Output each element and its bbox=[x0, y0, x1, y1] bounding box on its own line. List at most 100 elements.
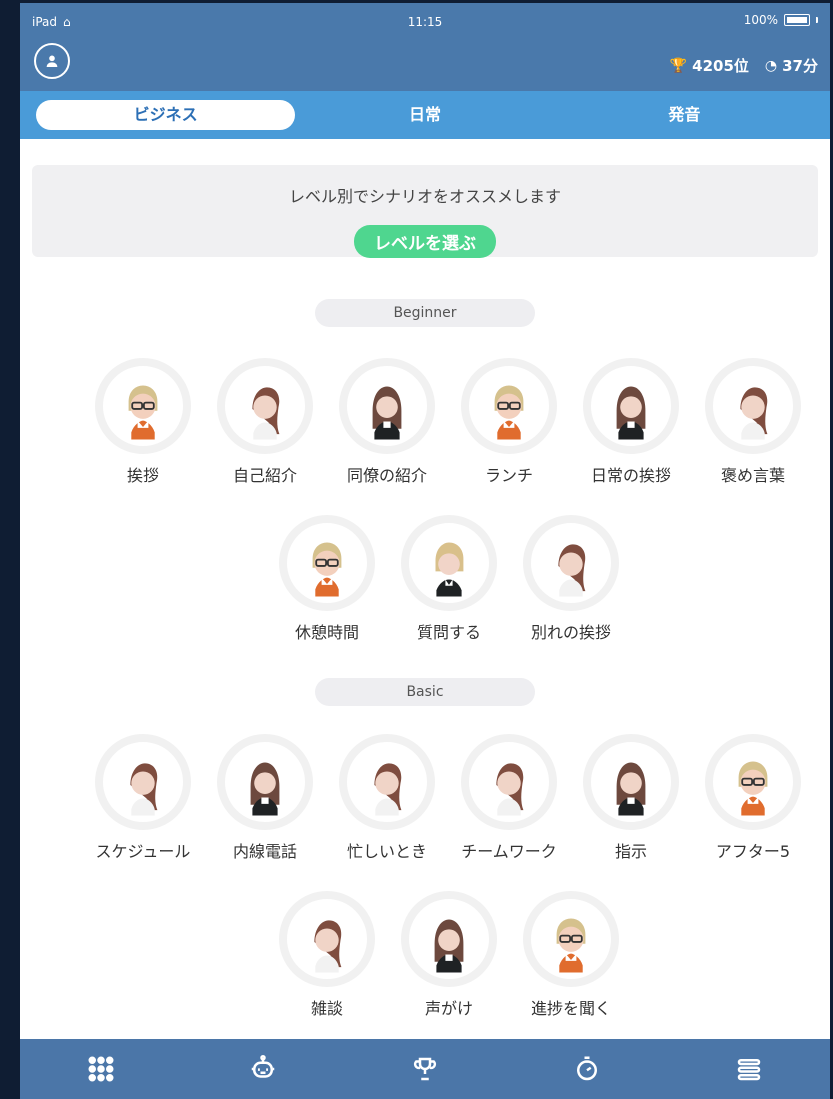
battery-tip-icon bbox=[816, 17, 818, 23]
avatar-circle bbox=[401, 515, 497, 611]
bottom-nav bbox=[20, 1039, 830, 1099]
avatar-circle bbox=[339, 734, 435, 830]
scenario-label: ランチ bbox=[484, 466, 533, 485]
scenario-label: 褒め言葉 bbox=[720, 466, 785, 485]
scenario-label: 同僚の紹介 bbox=[346, 466, 427, 485]
avatar-man-glasses-icon bbox=[556, 918, 586, 973]
scenario-label: 質問する bbox=[416, 623, 481, 642]
scenario-label: 声がけ bbox=[424, 999, 473, 1018]
scenario-daily-greeting[interactable]: 日常の挨拶 bbox=[576, 358, 686, 486]
scenario-schedule[interactable]: スケジュール bbox=[88, 734, 198, 862]
scenario-calling-out[interactable]: 声がけ bbox=[394, 891, 504, 1019]
avatar-woman-long-icon bbox=[372, 386, 402, 440]
avatar-man-glasses-icon bbox=[494, 385, 524, 440]
scenario-ask-progress[interactable]: 進捗を聞く bbox=[516, 891, 626, 1019]
avatar-woman-side-icon bbox=[314, 920, 342, 973]
avatar-woman-side-icon bbox=[374, 763, 402, 816]
app-screen: iPad ⌂ 11:15 100% 🏆 4205位 ◔ 37分 ビジネス 日常 … bbox=[20, 3, 830, 1099]
scenario-label: 別れの挨拶 bbox=[530, 623, 611, 642]
scenario-label: アフター5 bbox=[715, 842, 791, 861]
status-time: 11:15 bbox=[407, 15, 443, 29]
scenario-busy[interactable]: 忙しいとき bbox=[332, 734, 442, 862]
rank-item: 🏆 4205位 bbox=[670, 55, 749, 76]
scenario-break-time[interactable]: 休憩時間 bbox=[272, 515, 382, 643]
scenario-teamwork[interactable]: チームワーク bbox=[454, 734, 564, 862]
stopwatch-icon[interactable] bbox=[565, 1047, 609, 1091]
robot-icon[interactable] bbox=[241, 1047, 285, 1091]
scenario-label: 内線電話 bbox=[232, 842, 297, 861]
avatar-circle bbox=[279, 891, 375, 987]
avatar-man-glasses-icon bbox=[128, 385, 158, 440]
choose-level-button[interactable]: レベルを選ぶ bbox=[354, 225, 496, 258]
menu-icon[interactable] bbox=[727, 1047, 771, 1091]
scenario-label: チームワーク bbox=[461, 842, 557, 861]
avatar-circle bbox=[95, 358, 191, 454]
scenario-label: 雑談 bbox=[310, 999, 343, 1018]
avatar-woman-side-icon bbox=[496, 763, 524, 816]
scenario-instructions[interactable]: 指示 bbox=[576, 734, 686, 862]
grid-icon[interactable] bbox=[79, 1047, 123, 1091]
device-frame: iPad ⌂ 11:15 100% 🏆 4205位 ◔ 37分 ビジネス 日常 … bbox=[0, 0, 833, 1099]
scenario-label: 休憩時間 bbox=[294, 623, 359, 642]
scenario-label: 指示 bbox=[614, 842, 647, 861]
scenario-greeting[interactable]: 挨拶 bbox=[88, 358, 198, 486]
avatar-circle bbox=[583, 734, 679, 830]
recommendation-text: レベル別でシナリオをオススメします bbox=[288, 187, 561, 206]
tab-pronunciation[interactable]: 発音 bbox=[555, 100, 814, 130]
section-title-basic: Basic bbox=[315, 678, 535, 706]
avatar-woman-long-icon bbox=[616, 762, 646, 816]
trophy-icon[interactable] bbox=[403, 1047, 447, 1091]
category-tabs: ビジネス 日常 発音 bbox=[20, 91, 830, 139]
scenario-lunch[interactable]: ランチ bbox=[454, 358, 564, 486]
scenario-compliments[interactable]: 褒め言葉 bbox=[698, 358, 808, 486]
avatar-circle bbox=[95, 734, 191, 830]
section-title-beginner: Beginner bbox=[315, 299, 535, 327]
avatar-man-glasses-icon bbox=[738, 761, 768, 816]
avatar-circle bbox=[705, 734, 801, 830]
scenario-label: 挨拶 bbox=[126, 466, 159, 485]
scenario-extension-call[interactable]: 内線電話 bbox=[210, 734, 320, 862]
avatar-woman-side-icon bbox=[558, 544, 586, 597]
avatar-woman-blonde-icon bbox=[435, 542, 464, 597]
tab-daily[interactable]: 日常 bbox=[295, 100, 554, 130]
avatar-woman-long-icon bbox=[434, 919, 464, 973]
avatar-man-glasses-icon bbox=[312, 542, 342, 597]
avatar-circle bbox=[279, 515, 375, 611]
tab-business[interactable]: ビジネス bbox=[36, 100, 296, 130]
scenario-label: 忙しいとき bbox=[346, 842, 427, 861]
avatar-circle bbox=[461, 734, 557, 830]
wifi-icon: ⌂ bbox=[63, 15, 71, 29]
avatar-circle bbox=[401, 891, 497, 987]
avatar-circle bbox=[461, 358, 557, 454]
trophy-icon: 🏆 bbox=[669, 57, 688, 74]
stats-bar: 🏆 4205位 ◔ 37分 bbox=[670, 55, 818, 76]
scenario-label: スケジュール bbox=[95, 842, 191, 861]
avatar-woman-side-icon bbox=[252, 387, 280, 440]
battery-label: 100% bbox=[743, 13, 778, 27]
rank-value: 4205位 bbox=[692, 57, 749, 75]
status-right: 100% bbox=[744, 13, 818, 27]
user-icon bbox=[46, 55, 58, 67]
avatar-circle bbox=[523, 515, 619, 611]
battery-icon bbox=[784, 14, 810, 26]
avatar-circle bbox=[705, 358, 801, 454]
status-left: iPad ⌂ bbox=[32, 15, 71, 29]
speech-icon: ◔ bbox=[764, 57, 778, 74]
avatar-circle bbox=[583, 358, 679, 454]
minutes-value: 37分 bbox=[782, 57, 818, 75]
scenario-self-introduction[interactable]: 自己紹介 bbox=[210, 358, 320, 486]
scenario-label: 日常の挨拶 bbox=[590, 466, 671, 485]
avatar-circle bbox=[217, 734, 313, 830]
carrier-label: iPad bbox=[32, 15, 58, 29]
scenario-small-talk[interactable]: 雑談 bbox=[272, 891, 382, 1019]
avatar-woman-side-icon bbox=[740, 387, 768, 440]
scenario-after-five[interactable]: アフター5 bbox=[698, 734, 808, 862]
profile-button[interactable] bbox=[34, 43, 70, 79]
avatar-circle bbox=[523, 891, 619, 987]
scenario-label: 自己紹介 bbox=[232, 466, 297, 485]
scenario-label: 進捗を聞く bbox=[530, 999, 611, 1018]
avatar-woman-long-icon bbox=[250, 762, 280, 816]
scenario-colleague-intro[interactable]: 同僚の紹介 bbox=[332, 358, 442, 486]
scenario-questions[interactable]: 質問する bbox=[394, 515, 504, 643]
scenario-farewell[interactable]: 別れの挨拶 bbox=[516, 515, 626, 643]
